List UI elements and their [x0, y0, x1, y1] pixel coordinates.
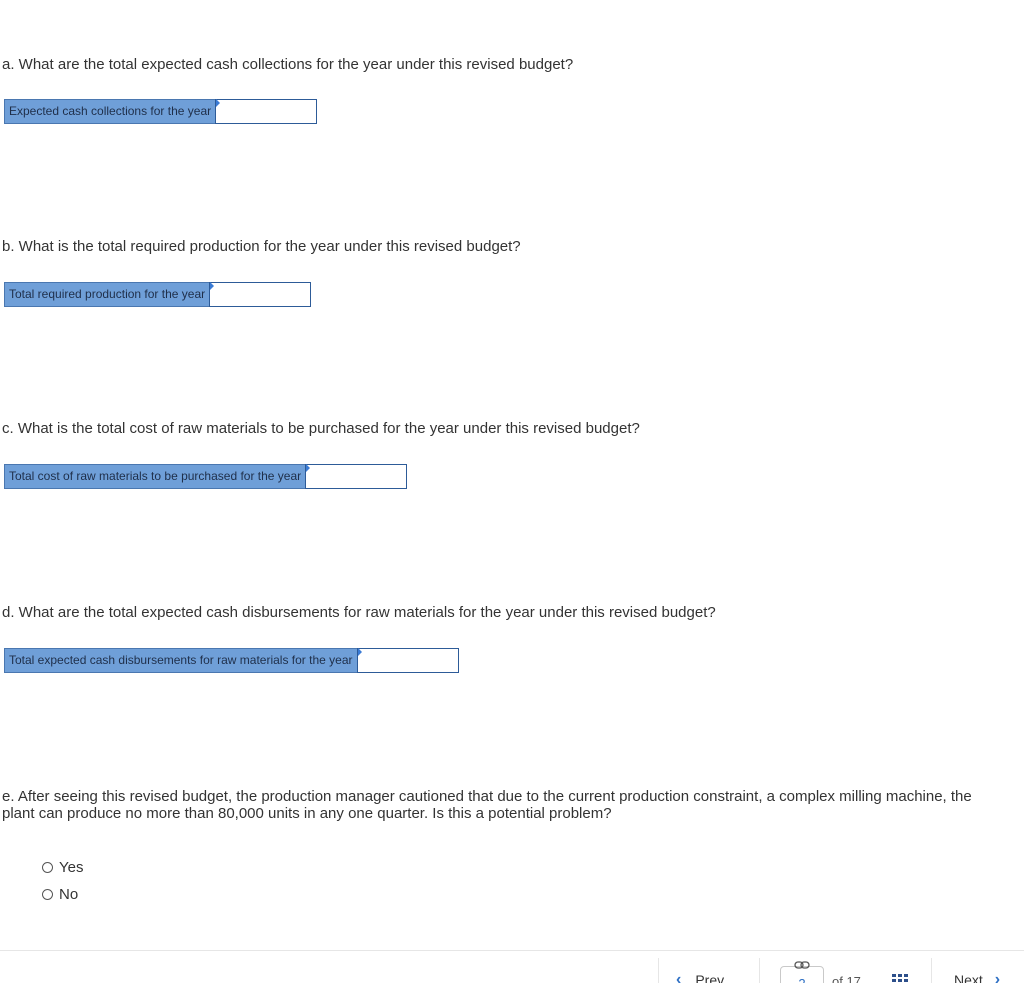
radio-group-e: Yes No [42, 858, 83, 912]
radio-option-no[interactable]: No [42, 885, 83, 903]
answer-input-c[interactable] [305, 464, 408, 489]
radio-option-yes[interactable]: Yes [42, 858, 83, 876]
answer-row-b: Total required production for the year [4, 282, 312, 307]
question-e-text: e. After seeing this revised budget, the… [2, 788, 972, 822]
radio-circle-icon[interactable] [42, 861, 53, 873]
radio-label-no: No [59, 885, 79, 903]
page-count-text: of 17 [832, 974, 861, 983]
answer-input-b[interactable] [209, 282, 312, 307]
question-a-text: a. What are the total expected cash coll… [2, 56, 574, 73]
chevron-left-icon: ‹ [676, 971, 682, 983]
answer-label-a: Expected cash collections for the year [4, 99, 216, 124]
footer-nav: ‹ Prev 2 of 17 Next › [0, 958, 1024, 983]
answer-input-a[interactable] [215, 99, 318, 124]
prev-button[interactable]: ‹ Prev [676, 972, 724, 983]
question-b-text: b. What is the total required production… [2, 238, 521, 255]
divider [931, 958, 932, 983]
footer-divider [0, 950, 1024, 951]
question-c-text: c. What is the total cost of raw materia… [2, 420, 640, 437]
answer-label-b: Total required production for the year [4, 282, 210, 307]
answer-input-d[interactable] [356, 648, 459, 673]
chevron-right-icon: › [994, 971, 1001, 983]
link-icon [794, 961, 810, 969]
next-label: Next [954, 972, 983, 983]
grid-icon[interactable] [892, 974, 908, 983]
radio-label-yes: Yes [59, 858, 84, 876]
answer-row-a: Expected cash collections for the year [4, 99, 318, 124]
answer-row-c: Total cost of raw materials to be purcha… [4, 464, 408, 489]
answer-label-c: Total cost of raw materials to be purcha… [4, 464, 306, 489]
answer-label-d: Total expected cash disbursements for ra… [4, 648, 357, 673]
divider [759, 958, 760, 983]
answer-row-d: Total expected cash disbursements for ra… [4, 648, 459, 673]
prev-label: Prev [695, 972, 725, 983]
divider [658, 958, 659, 983]
radio-circle-icon[interactable] [42, 888, 53, 900]
page: a. What are the total expected cash coll… [0, 0, 1024, 983]
question-d-text: d. What are the total expected cash disb… [2, 604, 716, 621]
next-button[interactable]: Next › [954, 972, 1000, 983]
